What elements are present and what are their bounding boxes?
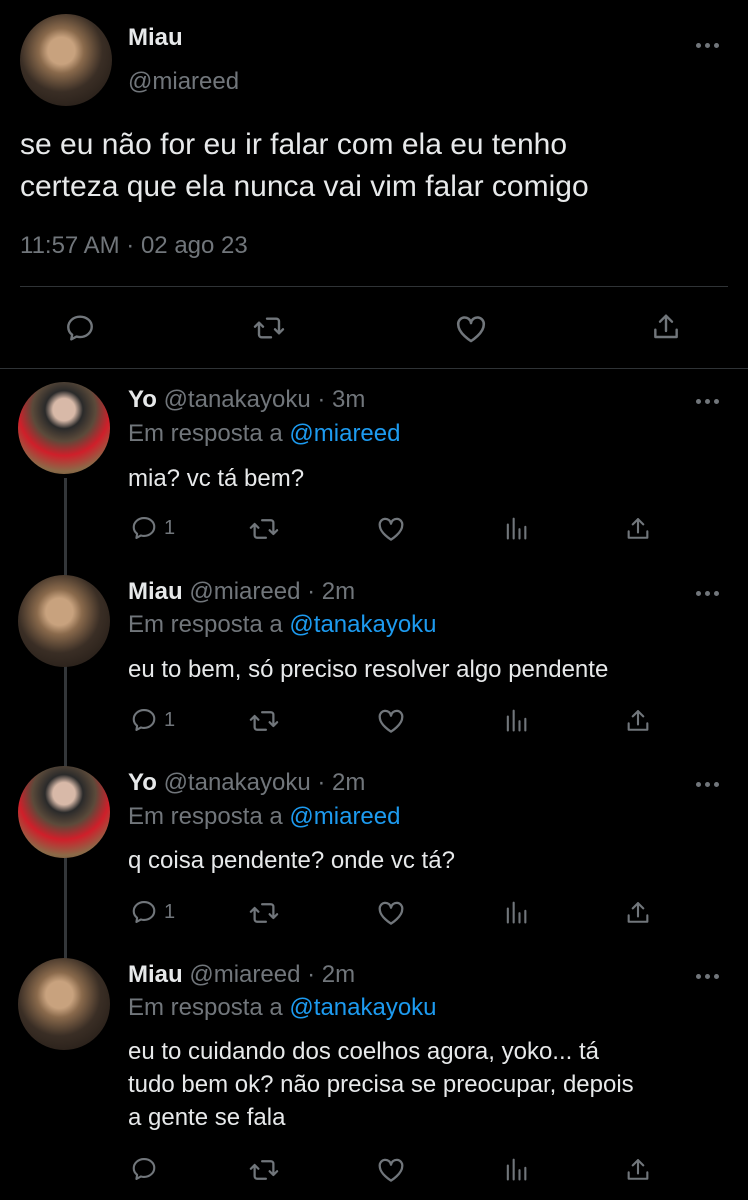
like-icon[interactable] <box>376 898 406 928</box>
author-name[interactable]: Miau <box>128 24 183 52</box>
like-icon[interactable] <box>454 312 488 346</box>
avatar[interactable] <box>18 766 110 858</box>
retweet-icon[interactable] <box>248 1155 280 1185</box>
more-icon[interactable] <box>696 971 724 981</box>
retweet-icon[interactable] <box>248 514 280 544</box>
retweet-icon[interactable] <box>248 706 280 736</box>
reply-icon <box>130 706 158 734</box>
reply-time[interactable]: · 3m <box>317 386 365 413</box>
reply-count: 1 <box>164 900 176 923</box>
reply-header: Yo @tanakayoku · 3m <box>128 386 365 414</box>
analytics-icon[interactable] <box>502 1155 530 1183</box>
reply-to-handle[interactable]: @miareed <box>289 420 400 447</box>
analytics-icon[interactable] <box>502 898 530 926</box>
reply-time[interactable]: · 2m <box>307 961 355 988</box>
reply-button[interactable]: 1 <box>130 706 175 734</box>
avatar[interactable] <box>20 14 112 106</box>
reply-button[interactable]: 1 <box>130 898 175 926</box>
more-icon[interactable] <box>696 779 724 789</box>
author-name[interactable]: Yo <box>128 386 157 413</box>
tweet-text-line: certeza que ela nunca vai vim falar comi… <box>20 170 589 203</box>
thread-line <box>64 478 67 966</box>
share-icon[interactable] <box>624 1155 652 1185</box>
reply-icon <box>130 898 158 926</box>
author-handle[interactable]: @miareed <box>189 961 300 988</box>
share-icon[interactable] <box>624 514 652 544</box>
reply-icon[interactable] <box>64 312 96 344</box>
author-handle[interactable]: @tanakayoku <box>164 386 311 413</box>
reply-text: q coisa pendente? onde vc tá? <box>128 847 455 874</box>
reply-text: mia? vc tá bem? <box>128 465 305 492</box>
reply-button[interactable]: 1 <box>130 514 175 542</box>
retweet-icon[interactable] <box>248 898 280 928</box>
like-icon[interactable] <box>376 514 406 544</box>
author-handle[interactable]: @miareed <box>128 68 239 96</box>
divider <box>0 368 748 369</box>
share-icon[interactable] <box>624 898 652 928</box>
author-name[interactable]: Miau <box>128 578 183 605</box>
more-icon[interactable] <box>696 396 724 406</box>
like-icon[interactable] <box>376 706 406 736</box>
reply-icon <box>130 1155 158 1183</box>
tweet-text-line: se eu não for eu ir falar com ela eu ten… <box>20 128 568 161</box>
more-icon[interactable] <box>696 40 724 50</box>
avatar[interactable] <box>18 575 110 667</box>
reply-context: Em resposta a @miareed <box>128 803 400 831</box>
share-icon[interactable] <box>624 706 652 736</box>
reply-count: 1 <box>164 516 176 539</box>
reply-text: eu to bem, só preciso resolver algo pend… <box>128 656 609 683</box>
analytics-icon[interactable] <box>502 514 530 542</box>
reply-to-handle[interactable]: @miareed <box>289 803 400 830</box>
reply-header: Miau @miareed · 2m <box>128 961 355 989</box>
author-name[interactable]: Miau <box>128 961 183 988</box>
reply-count: 1 <box>164 708 176 731</box>
reply-prefix: Em resposta a <box>128 420 283 447</box>
like-icon[interactable] <box>376 1155 406 1185</box>
reply-header: Yo @tanakayoku · 2m <box>128 769 365 797</box>
reply-time[interactable]: · 2m <box>317 769 365 796</box>
reply-header: Miau @miareed · 2m <box>128 578 355 606</box>
reply-prefix: Em resposta a <box>128 611 283 638</box>
reply-context: Em resposta a @tanakayoku <box>128 611 437 639</box>
reply-text-line: eu to cuidando dos coelhos agora, yoko..… <box>128 1038 599 1065</box>
reply-to-handle[interactable]: @tanakayoku <box>289 611 436 638</box>
retweet-icon[interactable] <box>252 312 286 344</box>
analytics-icon[interactable] <box>502 706 530 734</box>
author-handle[interactable]: @tanakayoku <box>164 769 311 796</box>
reply-time[interactable]: · 2m <box>307 578 355 605</box>
reply-prefix: Em resposta a <box>128 994 283 1021</box>
avatar[interactable] <box>18 382 110 474</box>
author-handle[interactable]: @miareed <box>189 578 300 605</box>
reply-to-handle[interactable]: @tanakayoku <box>289 994 436 1021</box>
more-icon[interactable] <box>696 588 724 598</box>
avatar[interactable] <box>18 958 110 1050</box>
reply-text-line: a gente se fala <box>128 1104 286 1131</box>
reply-context: Em resposta a @miareed <box>128 420 400 448</box>
reply-icon <box>130 514 158 542</box>
divider <box>20 286 728 287</box>
share-icon[interactable] <box>650 310 682 344</box>
reply-text-line: tudo bem ok? não precisa se preocupar, d… <box>128 1071 634 1098</box>
reply-context: Em resposta a @tanakayoku <box>128 994 437 1022</box>
author-name[interactable]: Yo <box>128 769 157 796</box>
reply-prefix: Em resposta a <box>128 803 283 830</box>
tweet-timestamp[interactable]: 11:57 AM · 02 ago 23 <box>20 232 248 260</box>
reply-button[interactable] <box>130 1155 164 1183</box>
